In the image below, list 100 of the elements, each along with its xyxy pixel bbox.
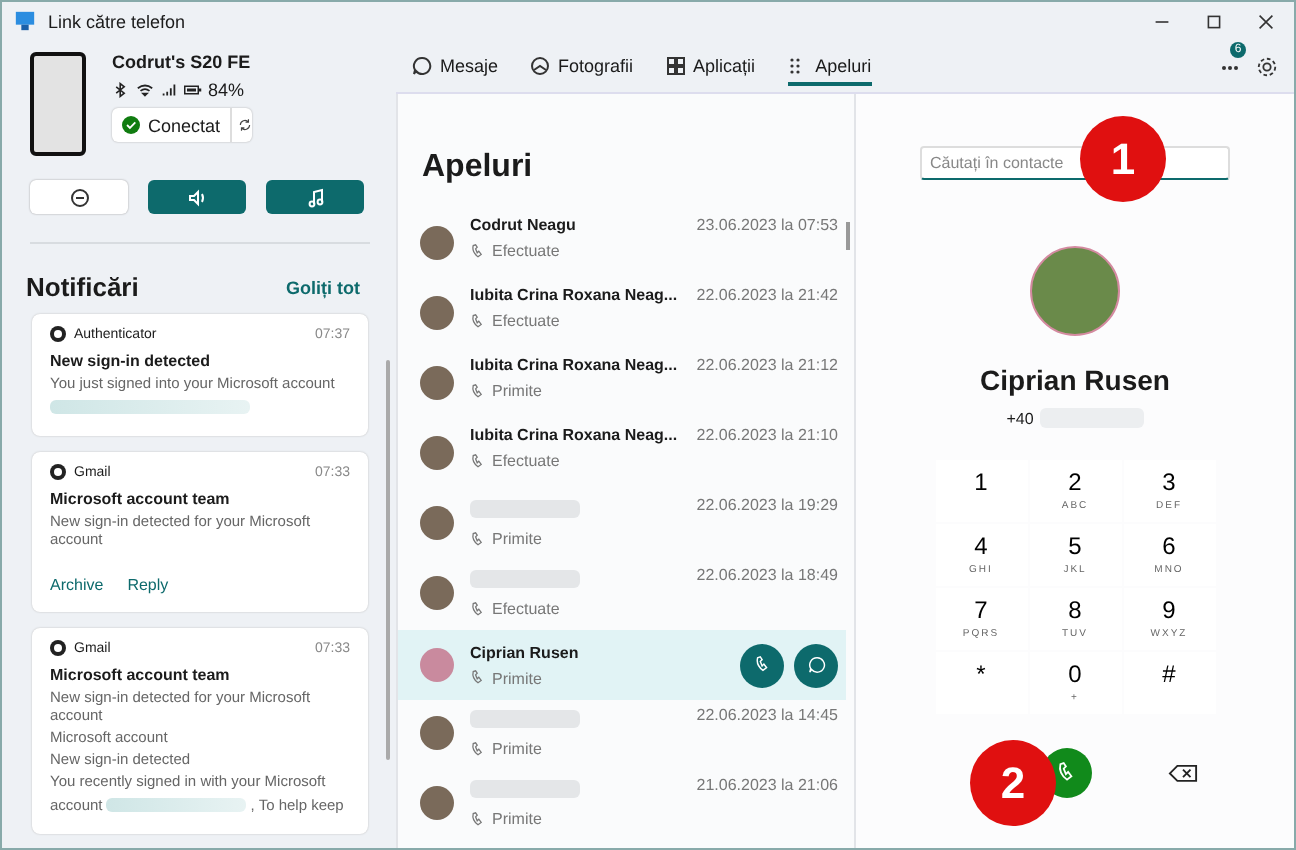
app-icon [50, 464, 66, 480]
connected-status: Conectat [112, 108, 233, 142]
redacted-text [106, 798, 247, 812]
more-button[interactable] [1220, 63, 1240, 71]
call-date: 22.06.2023 la 18:49 [696, 564, 838, 584]
call-row[interactable]: Efectuate 22.06.2023 la 18:49 [398, 560, 846, 630]
photo-icon [530, 55, 551, 75]
call-direction: Primite [492, 740, 542, 758]
phone-drawing [30, 52, 86, 156]
notification-title: Microsoft account team [50, 666, 232, 684]
contact-name: Iubita Crina Roxana Neag... [470, 426, 680, 444]
avatar [420, 366, 454, 400]
phone-icon [470, 811, 486, 827]
call-direction: Efectuate [492, 242, 560, 260]
call-direction: Efectuate [492, 312, 560, 330]
phone-icon [470, 531, 486, 547]
call-row[interactable]: Iubita Crina Roxana Neag... Efectuate 22.06.2023 la 21:10 [398, 420, 846, 490]
notification-action-link[interactable]: Archive [50, 576, 104, 594]
phone-icon [753, 656, 771, 674]
speaker-icon [187, 187, 207, 207]
phone-icon [1055, 762, 1077, 784]
call-row[interactable]: Codrut Neagu Efectuate 23.06.2023 la 07:53 [398, 210, 846, 280]
contact-name: Ciprian Rusen [470, 643, 581, 661]
call-row[interactable]: Ciprian Rusen Primite [398, 630, 846, 700]
notifications-heading: Notificări [26, 272, 139, 302]
avatar [1030, 246, 1120, 336]
call-date: 22.06.2023 la 21:10 [696, 424, 838, 444]
phone-icon [470, 383, 486, 399]
contact-name: Ciprian Rusen [980, 364, 1170, 396]
call-row[interactable]: Iubita Crina Roxana Neag... Primite 22.06.2023 la 21:12 [398, 350, 846, 420]
tab[interactable]: Apeluri [787, 49, 872, 85]
avatar [420, 436, 454, 470]
minus-circle-icon [69, 187, 89, 207]
call-date: 22.06.2023 la 14:45 [696, 704, 838, 724]
signal-icon [160, 82, 178, 98]
phone-icon [470, 670, 486, 686]
phone-number: +40 [1006, 409, 1034, 427]
bluetooth-icon [112, 82, 130, 98]
contact-name: Codrut Neagu [470, 216, 578, 234]
app-icon [14, 10, 36, 32]
notification-title: New sign-in detected [50, 352, 213, 370]
maximize-icon[interactable] [1206, 13, 1222, 29]
call-row[interactable]: Iubita Crina Roxana Neag... Efectuate 22.06.2023 la 21:42 [398, 280, 846, 350]
calls-heading: Apeluri [422, 150, 535, 186]
avatar [420, 786, 454, 820]
scrollbar[interactable] [386, 360, 390, 760]
phone-name: Codrut's S20 FE [112, 52, 252, 72]
call-direction: Primite [492, 382, 542, 400]
chat-bubble-icon [807, 656, 825, 674]
avatar [420, 226, 454, 260]
scrollbar[interactable] [846, 222, 850, 250]
close-icon[interactable] [1258, 13, 1274, 29]
call-date: 22.06.2023 la 21:42 [696, 284, 838, 304]
volume-button[interactable] [148, 180, 246, 214]
call-row[interactable]: Primite 22.06.2023 la 14:45 [398, 700, 846, 770]
check-icon [122, 116, 140, 134]
music-note-icon [305, 187, 325, 207]
tab[interactable]: Aplicații [665, 49, 756, 85]
avatar [420, 576, 454, 610]
avatar [420, 506, 454, 540]
phone-icon [470, 601, 486, 617]
call-date: 22.06.2023 la 21:12 [696, 354, 838, 374]
app-icon [50, 640, 66, 656]
grid-icon [665, 55, 686, 75]
message-button[interactable] [794, 643, 838, 687]
refresh-icon[interactable] [238, 116, 252, 134]
call-direction: Efectuate [492, 600, 560, 618]
phone-icon [470, 741, 486, 757]
window-title: Link către telefon [48, 11, 186, 31]
call-direction: Primite [492, 530, 542, 548]
call-date: 23.06.2023 la 07:53 [696, 214, 838, 234]
call-row[interactable]: Primite 22.06.2023 la 19:29 [398, 490, 846, 560]
backspace-icon[interactable] [1167, 763, 1197, 783]
call-direction: Primite [492, 810, 542, 828]
avatar [420, 296, 454, 330]
contact-name: Iubita Crina Roxana Neag... [470, 356, 680, 374]
tab[interactable]: Mesaje [412, 49, 499, 85]
notification-action-link[interactable]: Reply [127, 576, 169, 594]
call-direction: Efectuate [492, 452, 560, 470]
settings-icon[interactable] [1256, 56, 1278, 78]
notification-title: Microsoft account team [50, 490, 232, 508]
tab[interactable]: Fotografii [530, 49, 634, 85]
battery-icon [184, 82, 202, 98]
call-date: 21.06.2023 la 21:06 [696, 774, 838, 794]
chat-bubble-icon [412, 55, 432, 75]
avatar [420, 716, 454, 750]
avatar [420, 648, 454, 682]
call-date: 22.06.2023 la 19:29 [696, 494, 838, 514]
battery-level: 84% [208, 80, 245, 100]
phone-icon [470, 313, 486, 329]
call-row[interactable]: Primite 21.06.2023 la 21:06 [398, 770, 846, 840]
clear-all-link[interactable]: Goliți tot [286, 277, 360, 297]
phone-icon [470, 453, 486, 469]
app-icon [50, 326, 66, 342]
do-not-disturb-button[interactable] [30, 180, 128, 214]
call-button[interactable] [740, 643, 784, 687]
phone-icon [470, 243, 486, 259]
music-button[interactable] [266, 180, 364, 214]
call-direction: Primite [492, 669, 542, 687]
contact-name: Iubita Crina Roxana Neag... [470, 286, 680, 304]
